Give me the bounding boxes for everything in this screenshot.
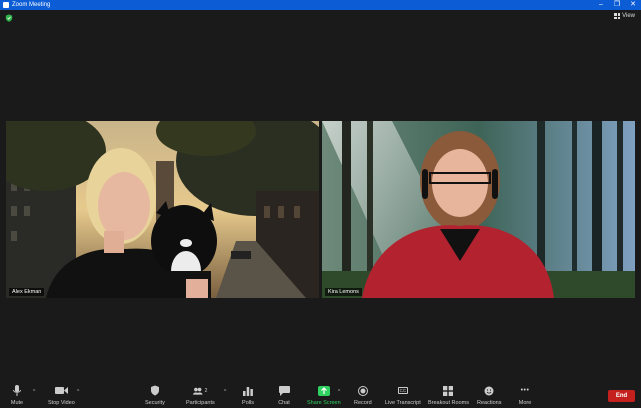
live-transcript-label: Live Transcript xyxy=(385,400,421,406)
view-label: View xyxy=(622,13,635,19)
breakout-rooms-icon xyxy=(441,384,455,397)
record-button[interactable]: Record xyxy=(354,384,372,406)
more-label: More xyxy=(518,400,532,406)
mute-button[interactable]: Mute xyxy=(10,384,24,406)
share-screen-button[interactable]: Share Screen xyxy=(307,384,341,406)
video-tile-participant-2[interactable]: Kira Lemons xyxy=(322,121,635,298)
live-transcript-button[interactable]: CC Live Transcript xyxy=(385,384,421,406)
breakout-rooms-button[interactable]: Breakout Rooms xyxy=(428,384,469,406)
security-button[interactable]: Security xyxy=(145,384,165,406)
zoom-app-icon xyxy=(3,2,9,8)
gallery-grid-icon xyxy=(614,13,621,19)
reactions-label: Reactions xyxy=(477,400,502,406)
participants-label: Participants xyxy=(186,400,215,406)
record-icon xyxy=(356,384,370,397)
microphone-icon xyxy=(10,384,24,397)
video-feed-1 xyxy=(6,121,319,298)
participants-button[interactable]: 2 Participants xyxy=(186,384,215,406)
more-button[interactable]: ••• More xyxy=(518,384,532,406)
video-options-caret[interactable]: ^ xyxy=(77,389,79,395)
share-screen-label: Share Screen xyxy=(307,400,341,406)
chat-bubble-icon xyxy=(277,384,291,397)
close-button[interactable]: ✕ xyxy=(625,0,641,10)
security-label: Security xyxy=(145,400,165,406)
more-dots-icon: ••• xyxy=(520,387,530,394)
end-meeting-button[interactable]: End xyxy=(608,390,635,402)
polls-label: Polls xyxy=(242,400,254,406)
polls-button[interactable]: Polls xyxy=(241,384,255,406)
video-feed-2 xyxy=(322,121,635,298)
stop-video-label: Stop Video xyxy=(48,400,75,406)
stop-video-button[interactable]: Stop Video xyxy=(48,384,75,406)
mute-label: Mute xyxy=(10,400,24,406)
participants-icon: 2 xyxy=(193,384,207,397)
reactions-button[interactable]: Reactions xyxy=(477,384,501,406)
breakout-rooms-label: Breakout Rooms xyxy=(428,400,469,406)
share-screen-icon xyxy=(317,384,331,397)
view-button[interactable]: View xyxy=(614,13,635,19)
participants-options-caret[interactable]: ^ xyxy=(224,389,226,395)
share-options-caret[interactable]: ^ xyxy=(338,389,340,395)
participant-name-tag: Alex Ekman xyxy=(9,288,45,296)
minimize-button[interactable]: – xyxy=(593,0,609,10)
maximize-button[interactable]: ❐ xyxy=(609,0,625,10)
chat-button[interactable]: Chat xyxy=(277,384,291,406)
window-title: Zoom Meeting xyxy=(12,2,51,8)
closed-caption-icon: CC xyxy=(397,387,409,394)
bar-chart-icon xyxy=(241,384,255,397)
video-camera-icon xyxy=(54,384,68,397)
window-controls: – ❐ ✕ xyxy=(593,0,641,10)
audio-options-caret[interactable]: ^ xyxy=(33,389,35,395)
record-label: Record xyxy=(354,400,372,406)
smiley-plus-icon xyxy=(482,384,496,397)
title-bar: Zoom Meeting – ❐ ✕ xyxy=(0,0,641,10)
chat-label: Chat xyxy=(278,400,290,406)
meeting-toolbar: Mute ^ Stop Video ^ Security 2 Participa… xyxy=(0,382,641,408)
encryption-shield-icon[interactable] xyxy=(5,14,13,22)
security-shield-icon xyxy=(148,384,162,397)
participant-name-tag: Kira Lemons xyxy=(325,288,362,296)
participants-count: 2 xyxy=(204,387,208,394)
video-tile-participant-1[interactable]: Alex Ekman xyxy=(6,121,319,298)
